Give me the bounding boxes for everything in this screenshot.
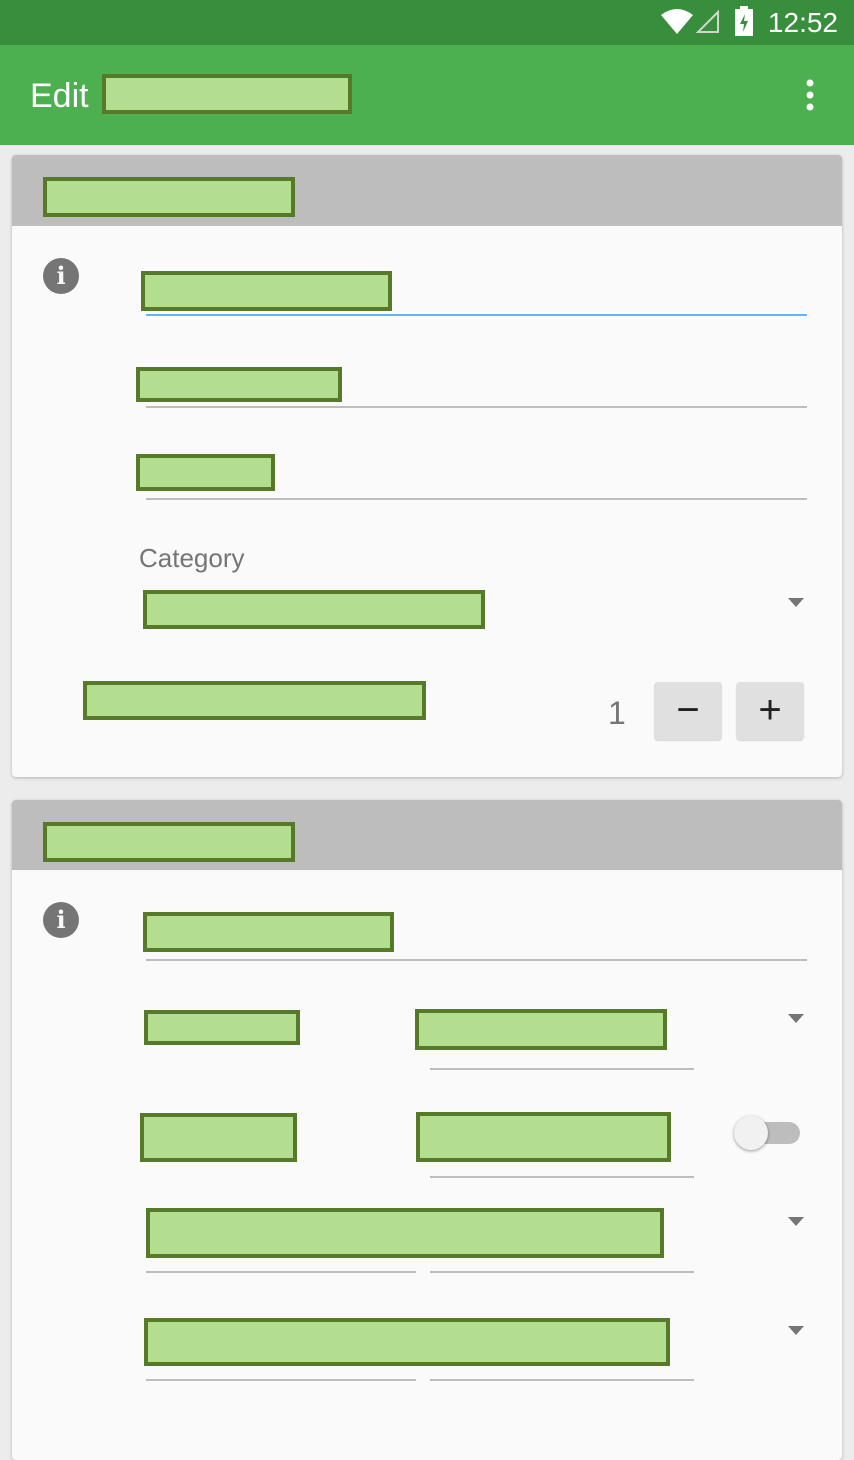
- row-1-spinner-underline: [430, 1068, 694, 1070]
- decrement-button[interactable]: −: [654, 682, 722, 740]
- row-3-spinner-value-redacted[interactable]: [146, 1208, 664, 1258]
- field-2-redacted[interactable]: [136, 367, 342, 402]
- row-4-spinner-value-redacted[interactable]: [144, 1318, 670, 1366]
- category-dropdown-icon[interactable]: [788, 598, 804, 607]
- category-spinner-value-redacted[interactable]: [143, 590, 485, 629]
- page-title: Edit: [30, 77, 89, 115]
- row-2-field-underline: [430, 1176, 694, 1178]
- field-3-redacted[interactable]: [136, 454, 275, 491]
- row-4-underline-left: [146, 1379, 416, 1381]
- name-field-underline: [146, 314, 807, 316]
- toggle-switch-thumb[interactable]: [734, 1116, 768, 1150]
- info-icon[interactable]: i: [43, 258, 79, 294]
- row-1-dropdown-icon[interactable]: [788, 1014, 804, 1023]
- status-bar: 12:52: [0, 0, 854, 45]
- row-4-dropdown-icon[interactable]: [788, 1326, 804, 1335]
- info-icon[interactable]: i: [43, 902, 79, 938]
- increment-button[interactable]: +: [736, 682, 804, 740]
- cell-signal-icon: [696, 10, 719, 33]
- settings-card: i: [12, 800, 842, 1460]
- row-4-underline-right: [430, 1379, 694, 1381]
- card-header-title-redacted: [43, 822, 295, 862]
- field-3-underline: [146, 498, 807, 500]
- battery-icon: [735, 6, 753, 36]
- row-3-underline-right: [430, 1271, 694, 1273]
- row-3-dropdown-icon[interactable]: [788, 1217, 804, 1226]
- row-2-field-redacted[interactable]: [416, 1112, 671, 1162]
- row-2-label-redacted: [140, 1113, 297, 1162]
- page-title-redacted: [102, 74, 352, 114]
- quantity-value: 1: [608, 695, 626, 731]
- name-field-redacted[interactable]: [141, 271, 392, 311]
- row-1-label-redacted: [144, 1010, 300, 1045]
- more-vert-icon[interactable]: [796, 78, 824, 112]
- status-time: 12:52: [767, 7, 838, 38]
- row-3-underline-left: [146, 1271, 416, 1273]
- field-4-underline: [146, 959, 807, 961]
- details-card: i Category 1 − +: [12, 155, 842, 777]
- field-2-underline: [146, 406, 807, 408]
- category-label: Category: [139, 543, 245, 573]
- wifi-icon: [661, 9, 693, 34]
- quantity-label-redacted: [83, 681, 426, 720]
- card-header-title-redacted: [43, 177, 295, 217]
- row-1-spinner-value-redacted[interactable]: [415, 1009, 667, 1050]
- field-4-redacted[interactable]: [143, 912, 394, 952]
